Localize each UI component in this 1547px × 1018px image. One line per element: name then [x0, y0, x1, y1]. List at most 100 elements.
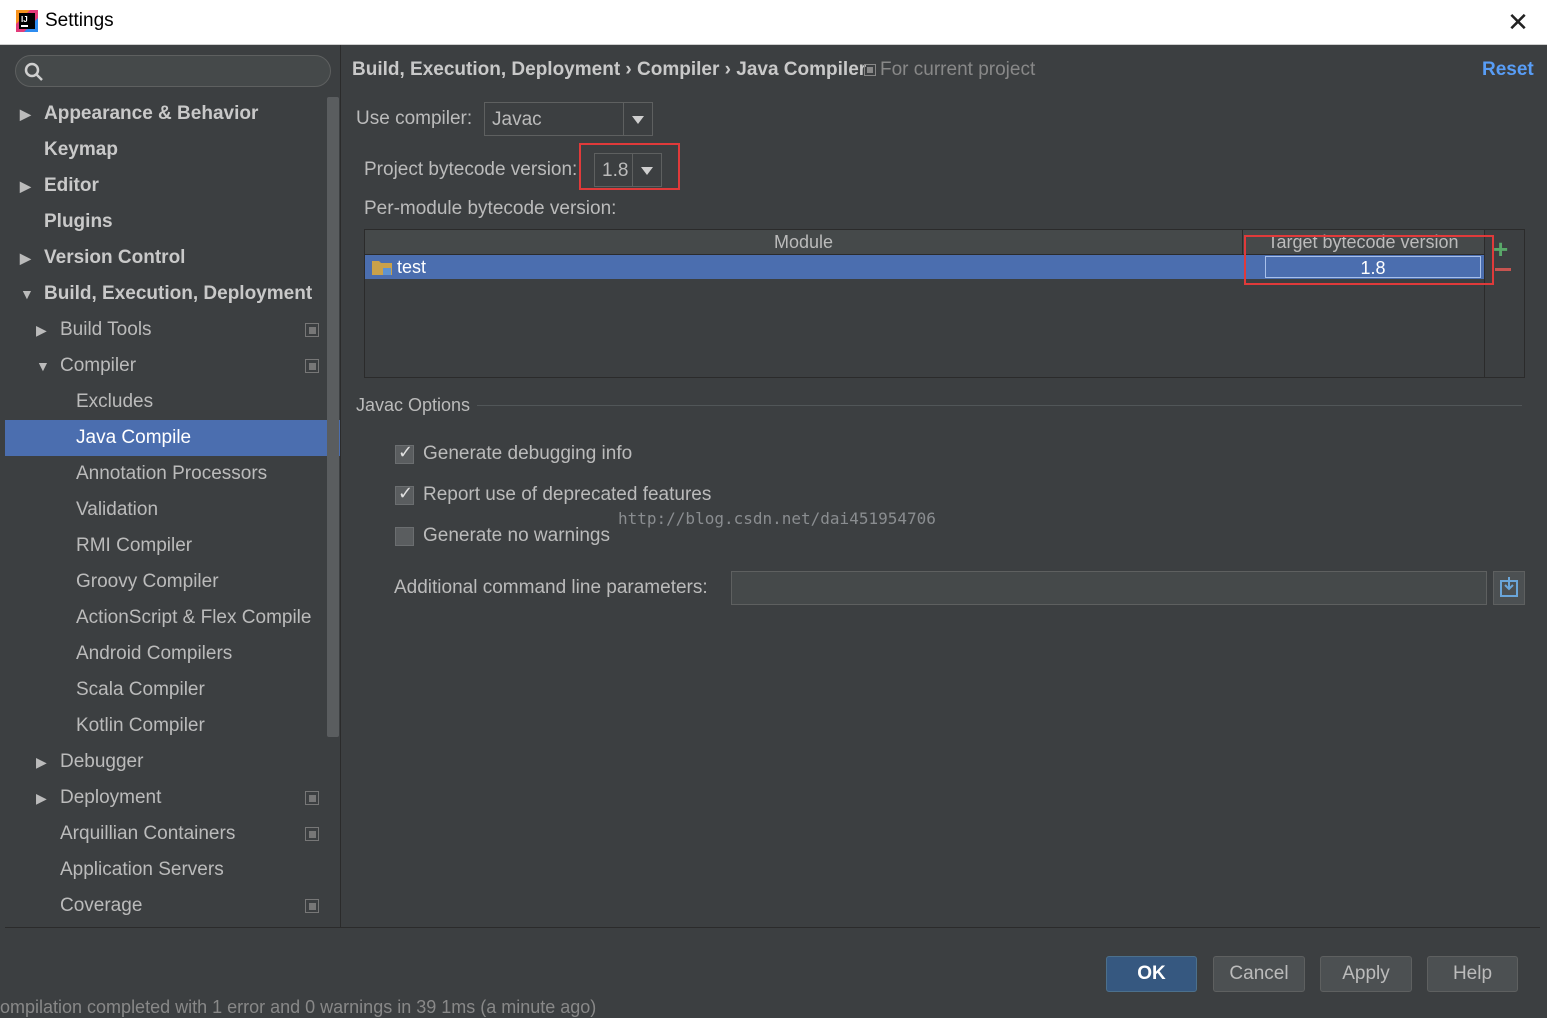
sidebar-item-label: Editor [44, 175, 99, 196]
use-compiler-label: Use compiler: [356, 108, 473, 129]
sidebar-item-debugger[interactable]: ▶ Debugger [5, 744, 325, 780]
project-level-icon [305, 899, 319, 913]
sidebar-item-label: Scala Compiler [76, 679, 205, 700]
collapsed-arrow-icon[interactable]: ▶ [36, 312, 50, 348]
scope-indicator: For current project [864, 59, 1035, 81]
sidebar-item-actionscript-flex-compile[interactable]: ActionScript & Flex Compile [5, 600, 325, 636]
sidebar-item-version-control[interactable]: ▶ Version Control [5, 240, 325, 276]
sidebar-item-arquillian-containers[interactable]: Arquillian Containers [5, 816, 325, 852]
sidebar-item-label: Keymap [44, 139, 118, 160]
sidebar-item-label: Deployment [60, 787, 162, 808]
sidebar-item-label: Build, Execution, Deployment [44, 283, 313, 304]
title-bar: IJ Settings ✕ [0, 0, 1547, 45]
sidebar-item-label: Plugins [44, 211, 113, 232]
expanded-arrow-icon[interactable]: ▼ [36, 348, 50, 384]
expanded-arrow-icon[interactable]: ▼ [20, 276, 34, 312]
javac-options-title: Javac Options [356, 395, 471, 415]
project-bytecode-dropdown[interactable]: 1.8 [594, 153, 662, 187]
help-button[interactable]: Help [1427, 956, 1518, 992]
sidebar-item-scala-compiler[interactable]: Scala Compiler [5, 672, 325, 708]
module-folder-icon [372, 261, 392, 275]
chevron-down-icon[interactable] [632, 154, 661, 186]
collapsed-arrow-icon[interactable]: ▶ [20, 96, 34, 132]
generate-no-warnings-label[interactable]: Generate no warnings [423, 525, 610, 547]
sidebar-item-label: Compiler [60, 355, 137, 376]
sidebar-item-kotlin-compiler[interactable]: Kotlin Compiler [5, 708, 325, 744]
column-header-module[interactable]: Module [365, 230, 1243, 254]
sidebar-item-label: Groovy Compiler [76, 571, 219, 592]
table-toolbar: + [1485, 229, 1525, 378]
apply-button[interactable]: Apply [1320, 956, 1412, 992]
sidebar-item-editor[interactable]: ▶ Editor [5, 168, 325, 204]
sidebar-item-rmi-compiler[interactable]: RMI Compiler [5, 528, 325, 564]
sidebar-item-label: Java Compile [76, 427, 192, 448]
project-bytecode-value: 1.8 [602, 160, 629, 181]
remove-icon[interactable] [1495, 268, 1511, 271]
scope-label: For current project [880, 59, 1036, 80]
sidebar-item-build-tools[interactable]: ▶ Build Tools [5, 312, 325, 348]
sidebar-item-label: Android Compilers [76, 643, 233, 664]
sidebar-scrollbar[interactable] [327, 97, 339, 737]
module-bytecode-table[interactable]: Module Target bytecode version test 1.8 [364, 229, 1485, 378]
column-header-target-version[interactable]: Target bytecode version [1243, 230, 1483, 254]
sidebar-item-excludes[interactable]: Excludes [5, 384, 325, 420]
sidebar-item-label: Build Tools [60, 319, 152, 340]
sidebar-item-label: Coverage [60, 895, 143, 916]
sidebar-item-label: Debugger [60, 751, 144, 772]
project-level-icon [305, 827, 319, 841]
sidebar-item-application-servers[interactable]: Application Servers [5, 852, 325, 888]
cancel-button[interactable]: Cancel [1213, 956, 1305, 992]
sidebar-item-validation[interactable]: Validation [5, 492, 325, 528]
additional-params-label: Additional command line parameters: [394, 577, 708, 598]
sidebar-item-java-compile[interactable]: Java Compile [5, 420, 340, 456]
additional-params-input[interactable] [731, 571, 1487, 605]
report-deprecated-label[interactable]: Report use of deprecated features [423, 484, 711, 506]
collapsed-arrow-icon[interactable]: ▶ [36, 744, 50, 780]
sidebar-item-label: Kotlin Compiler [76, 715, 205, 736]
expand-editor-button[interactable] [1493, 571, 1525, 605]
sidebar-item-keymap[interactable]: Keymap [5, 132, 325, 168]
generate-debugging-info-label[interactable]: Generate debugging info [423, 443, 632, 465]
target-version-cell[interactable]: 1.8 [1265, 256, 1481, 278]
add-icon[interactable]: + [1493, 236, 1508, 262]
watermark: http://blog.csdn.net/dai451954706 [618, 509, 936, 528]
reset-link[interactable]: Reset [1482, 59, 1534, 81]
sidebar-item-annotation-processors[interactable]: Annotation Processors [5, 456, 325, 492]
search-input[interactable] [15, 55, 331, 87]
sidebar-item-compiler[interactable]: ▼ Compiler [5, 348, 325, 384]
table-row[interactable]: test 1.8 [365, 255, 1484, 279]
sidebar-item-plugins[interactable]: Plugins [5, 204, 325, 240]
report-deprecated-checkbox[interactable] [395, 483, 414, 505]
sidebar-item-label: ActionScript & Flex Compile [76, 607, 312, 628]
status-bar-text: ompilation completed with 1 error and 0 … [0, 997, 597, 1017]
sidebar-item-groovy-compiler[interactable]: Groovy Compiler [5, 564, 325, 600]
settings-window: IJ Settings ✕ ▶ Appearance & Behavior Keym… [0, 0, 1547, 1017]
per-module-label: Per-module bytecode version: [364, 198, 617, 219]
collapsed-arrow-icon[interactable]: ▶ [20, 168, 34, 204]
collapsed-arrow-icon[interactable]: ▶ [36, 780, 50, 816]
sidebar-item-appearance-behavior[interactable]: ▶ Appearance & Behavior [5, 96, 325, 132]
svg-text:IJ: IJ [21, 15, 28, 24]
generate-no-warnings-checkbox[interactable] [395, 527, 414, 546]
sidebar-item-label: Application Servers [60, 859, 224, 880]
chevron-down-icon[interactable] [623, 103, 652, 135]
use-compiler-dropdown[interactable]: Javac [484, 102, 653, 136]
breadcrumb: Build, Execution, Deployment › Compiler … [352, 59, 867, 80]
ok-button[interactable]: OK [1106, 956, 1197, 992]
sidebar-item-coverage[interactable]: Coverage [5, 888, 325, 924]
close-icon[interactable]: ✕ [1504, 6, 1532, 38]
sidebar-item-label: Appearance & Behavior [44, 103, 259, 124]
sidebar-item-label: Validation [76, 499, 159, 520]
settings-content: Build, Execution, Deployment › Compiler … [342, 45, 1540, 927]
intellij-app-icon: IJ [16, 10, 38, 32]
collapsed-arrow-icon[interactable]: ▶ [20, 240, 34, 276]
project-bytecode-label: Project bytecode version: [364, 159, 578, 180]
project-level-icon [305, 323, 319, 337]
generate-debugging-info-checkbox[interactable] [395, 442, 414, 464]
project-level-icon [305, 359, 319, 373]
sidebar-item-deployment[interactable]: ▶ Deployment [5, 780, 325, 816]
search-icon [24, 62, 43, 81]
sidebar-item-android-compilers[interactable]: Android Compilers [5, 636, 325, 672]
project-scope-icon [864, 64, 876, 76]
sidebar-item-build-execution-deployment[interactable]: ▼ Build, Execution, Deployment [5, 276, 325, 312]
